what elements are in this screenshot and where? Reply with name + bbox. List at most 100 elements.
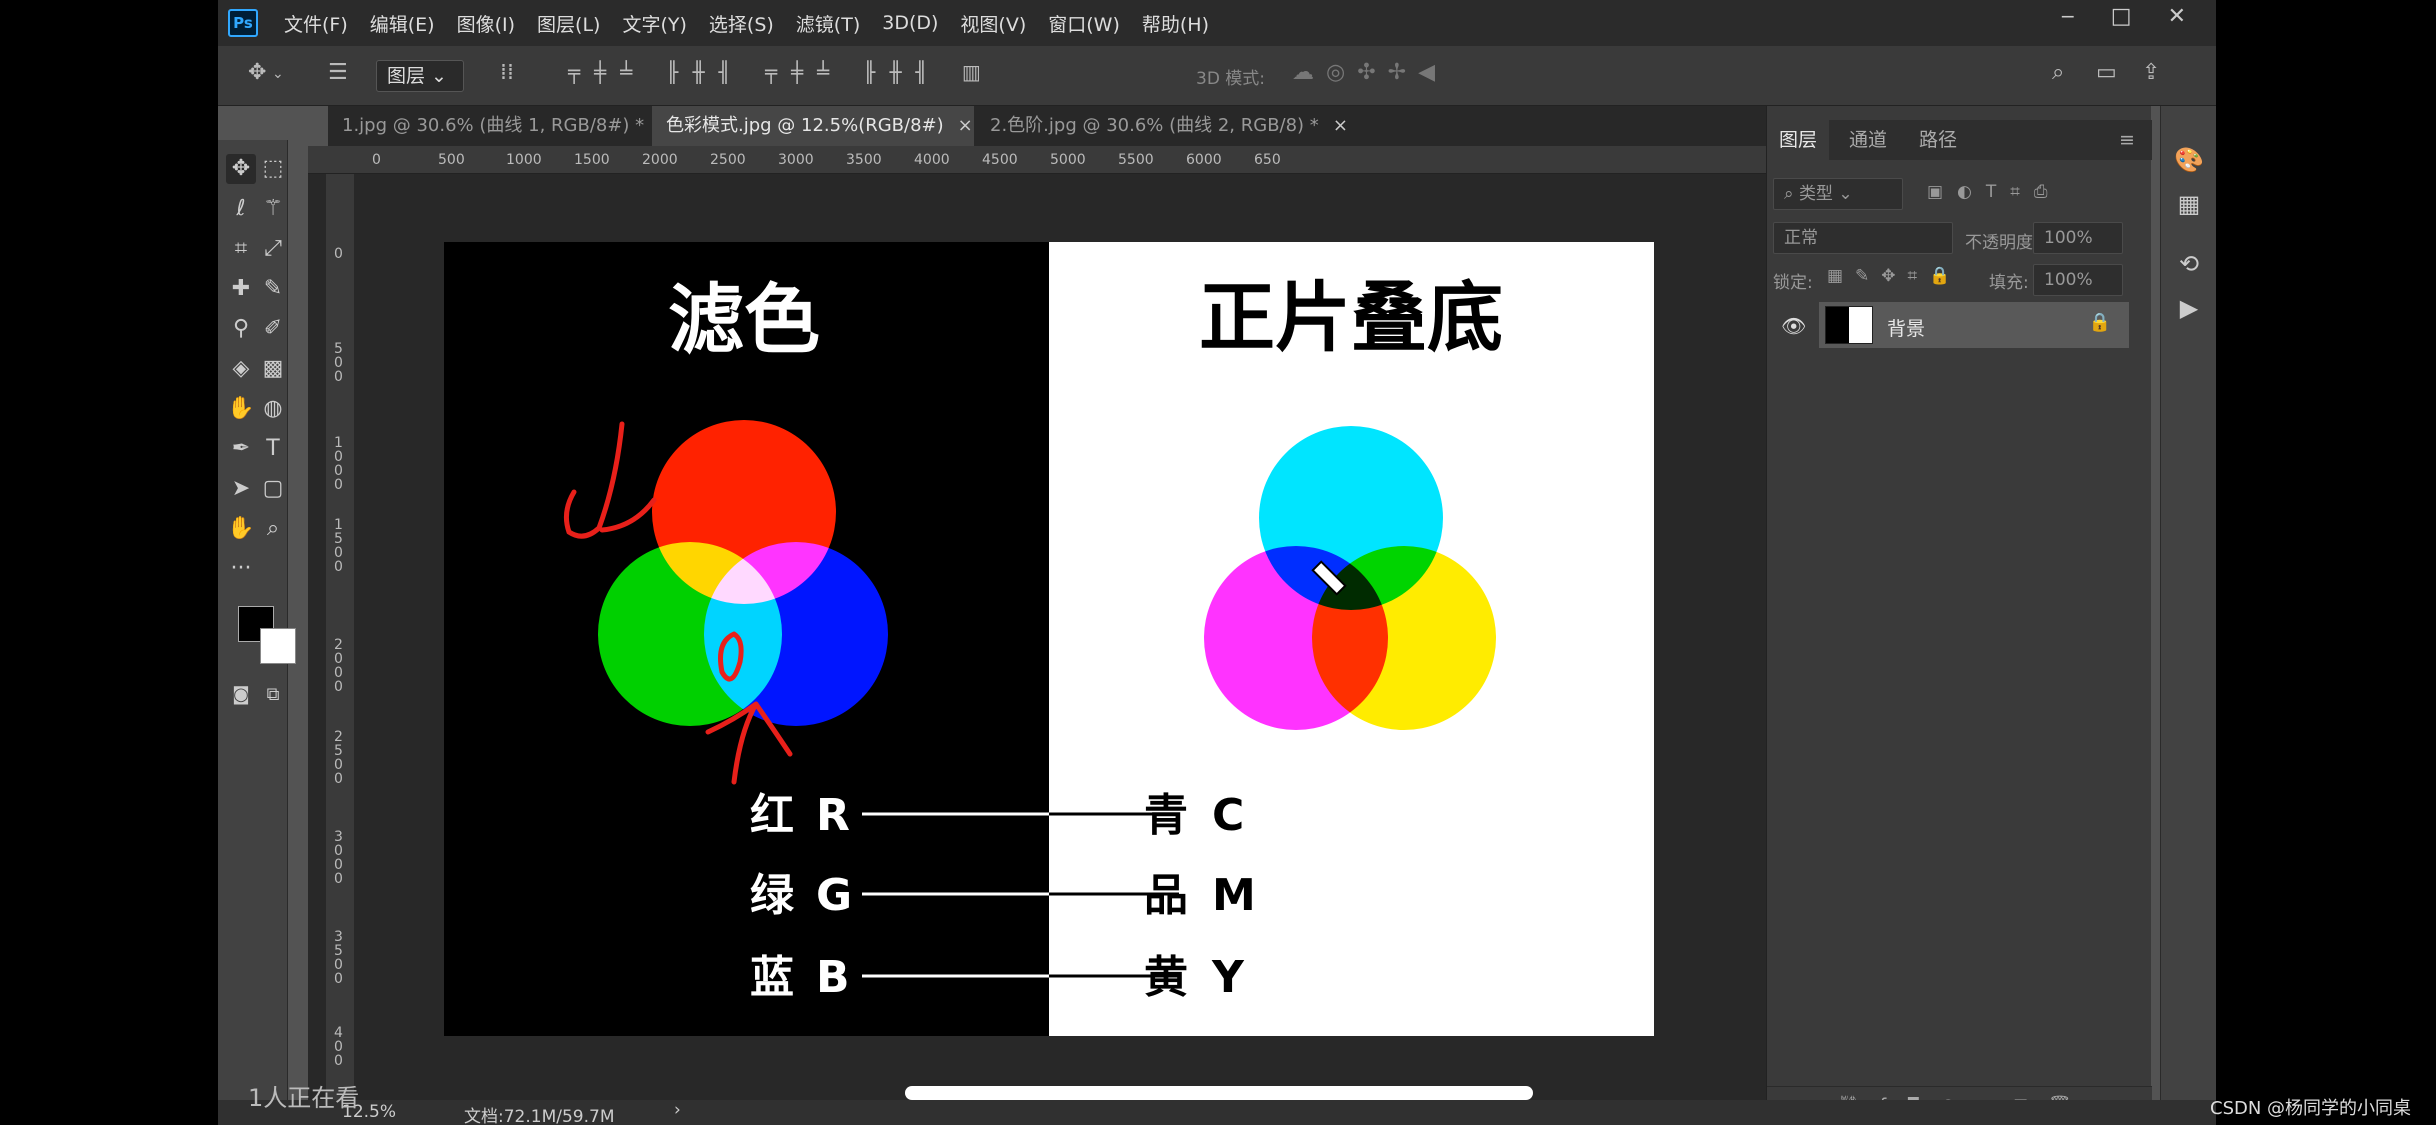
fill-label: 填充:	[1989, 273, 2029, 293]
ruler-horizontal[interactable]: 0 500 1000 1500 2000 2500 3000 3500 4000…	[308, 146, 1966, 174]
move-icon[interactable]: ✥	[226, 154, 256, 184]
document-canvas[interactable]: 滤色 正片叠底 红 R 绿 G 蓝 B 青 C 品 M 黄 Y	[444, 242, 1654, 1036]
opacity-input[interactable]: 100%	[2033, 222, 2123, 254]
tab-close-icon[interactable]: ×	[1333, 115, 1348, 136]
grid-icon[interactable]: ▦	[2173, 190, 2205, 222]
lock-icon: 🔒	[2088, 312, 2111, 333]
dodge-icon[interactable]: ◍	[258, 394, 288, 424]
row-blue-en: B	[816, 952, 850, 1003]
blur-icon[interactable]: ✋	[226, 394, 256, 424]
row-magenta-en: M	[1212, 870, 1256, 921]
close-icon[interactable]: ✕	[2168, 4, 2186, 29]
crop-icon[interactable]: ⌗	[226, 234, 256, 264]
menu-view[interactable]: 视图(V)	[960, 10, 1026, 37]
auto-select-dropdown[interactable]: 图层 ⌄	[376, 60, 464, 92]
menu-layer[interactable]: 图层(L)	[537, 10, 600, 37]
home-indicator[interactable]	[905, 1086, 1533, 1100]
mode-3d-label: 3D 模式:	[1196, 69, 1266, 89]
fill-input[interactable]: 100%	[2033, 264, 2123, 296]
tab-paths[interactable]: 路径	[1907, 120, 1969, 160]
workspace-icon[interactable]: ▭	[2096, 60, 2117, 85]
brush-icon[interactable]: ✎	[258, 274, 288, 304]
layer-background[interactable]: 背景 🔒	[1819, 302, 2129, 348]
background-color[interactable]	[260, 628, 296, 664]
status-bar: 12.5% 文档:72.1M/59.7M ›	[218, 1100, 2216, 1125]
magic-wand-icon[interactable]: ⚚	[258, 194, 288, 224]
layer-filter-dropdown[interactable]: ⌕ 类型 ⌄	[1773, 178, 1903, 210]
menu-bar: Ps 文件(F) 编辑(E) 图像(I) 图层(L) 文字(Y) 选择(S) 滤…	[218, 0, 2216, 46]
healing-icon[interactable]: ✚	[226, 274, 256, 304]
gradient-icon[interactable]: ▩	[258, 354, 288, 384]
watermark: CSDN @杨同学的小同桌	[2210, 1098, 2412, 1119]
zoom-icon[interactable]: ⌕	[258, 514, 288, 544]
path-select-icon[interactable]: ➤	[226, 474, 256, 504]
hand-icon[interactable]: ✋	[226, 514, 256, 544]
chevron-down-icon[interactable]: ⌄	[272, 66, 284, 82]
auto-select-icon[interactable]: ☰	[328, 60, 348, 85]
move-tool-icon[interactable]: ✥	[248, 60, 266, 85]
eraser-icon[interactable]: ◈	[226, 354, 256, 384]
document-tabs: 1.jpg @ 30.6% (曲线 1, RGB/8#) *× 色彩模式.jpg…	[328, 106, 1878, 146]
menu-image[interactable]: 图像(I)	[457, 10, 515, 37]
tab-layers[interactable]: 图层	[1767, 120, 1830, 160]
eye-icon[interactable]: 👁	[1781, 314, 1806, 338]
options-bar: ✥ ⌄ ☰ 图层 ⌄ ⁞⁞ ╤╪╧ ╟╫╢ ╤╪╧ ╟╫╢ ▥ 3D 模式: ☁…	[218, 46, 2216, 106]
yellow-circle	[1312, 546, 1496, 730]
status-arrow-icon[interactable]: ›	[674, 1100, 681, 1120]
filter-icons[interactable]: ▣◐T⌗⎙	[1927, 182, 2061, 202]
viewer-count: 1人正在看	[248, 1084, 360, 1112]
quick-mask-icon[interactable]: ◙	[226, 680, 256, 710]
type-icon[interactable]: T	[258, 434, 288, 464]
menu-filter[interactable]: 滤镜(T)	[796, 10, 860, 37]
ps-logo: Ps	[228, 9, 258, 37]
screen-title: 滤色	[668, 275, 820, 364]
tools-panel: ✥ ⬚ ℓ ⚚ ⌗ ⤢ ✚ ✎ ⚲ ✐ ◈ ▩ ✋ ◍ ✒ T ➤ ▢ ✋ ⌕ …	[218, 140, 296, 1125]
shape-icon[interactable]: ▢	[258, 474, 288, 504]
menu-type[interactable]: 文字(Y)	[622, 10, 686, 37]
eyedropper-icon[interactable]: ⤢	[258, 234, 288, 264]
search-icon[interactable]: ⌕	[2052, 60, 2064, 85]
lock-icons[interactable]: ▦✎✥⌗🔒	[1827, 266, 1962, 286]
ruler-vertical[interactable]: 0 5 0 0 1 0 0 0 1 5 0 0 2 0 0 0 2 5 0 0 …	[326, 174, 354, 1125]
tab-close-icon[interactable]: ×	[958, 115, 973, 136]
share-icon[interactable]: ⇪	[2142, 60, 2160, 85]
menu-edit[interactable]: 编辑(E)	[370, 10, 435, 37]
align-icons[interactable]: ╤╪╧ ╟╫╢ ╤╪╧ ╟╫╢ ▥	[568, 60, 995, 84]
row-green-cn: 绿	[750, 870, 795, 921]
tab-1jpg[interactable]: 1.jpg @ 30.6% (曲线 1, RGB/8#) *×	[328, 106, 673, 146]
blend-diagram: 滤色 正片叠底 红 R 绿 G 蓝 B 青 C 品 M 黄 Y	[563, 242, 1654, 1036]
menu-select[interactable]: 选择(S)	[709, 10, 774, 37]
play-icon[interactable]: ▶	[2173, 294, 2205, 326]
marquee-icon[interactable]: ⬚	[258, 154, 288, 184]
tab-2levels[interactable]: 2.色阶.jpg @ 30.6% (曲线 2, RGB/8) * ×	[976, 106, 1348, 146]
transform-controls-icon[interactable]: ⁞⁞	[500, 60, 514, 85]
history-icon[interactable]: ⟲	[2173, 250, 2205, 282]
side-panel-icons: 🎨 ▦ ⟲ ▶	[2160, 106, 2216, 1125]
palette-icon[interactable]: 🎨	[2173, 146, 2205, 178]
lasso-icon[interactable]: ℓ	[226, 194, 256, 224]
more-icon[interactable]: ···	[226, 554, 256, 584]
menu-help[interactable]: 帮助(H)	[1142, 10, 1209, 37]
pen-icon[interactable]: ✒	[226, 434, 256, 464]
menu-3d[interactable]: 3D(D)	[882, 12, 938, 34]
row-red-cn: 红	[750, 790, 794, 841]
minimize-icon[interactable]: ‒	[2061, 4, 2075, 29]
stamp-icon[interactable]: ⚲	[226, 314, 256, 344]
panel-menu-icon[interactable]: ≡	[2107, 120, 2147, 160]
screen-mode-icon[interactable]: ⧉	[258, 680, 288, 710]
row-red-en: R	[816, 790, 850, 841]
tab-color-mode[interactable]: 色彩模式.jpg @ 12.5%(RGB/8#) ×	[652, 106, 974, 146]
history-brush-icon[interactable]: ✐	[258, 314, 288, 344]
opacity-label: 不透明度:	[1965, 233, 2039, 253]
menu-window[interactable]: 窗口(W)	[1048, 10, 1120, 37]
menu-file[interactable]: 文件(F)	[284, 10, 348, 37]
tab-channels[interactable]: 通道	[1837, 120, 1899, 160]
3d-mode-icons[interactable]: ☁◎✣✢◀	[1292, 60, 1447, 85]
row-cyan-en: C	[1212, 790, 1244, 841]
doc-size: 文档:72.1M/59.7M	[464, 1107, 615, 1125]
maximize-icon[interactable]: □	[2111, 4, 2132, 29]
blend-mode-dropdown[interactable]: 正常	[1773, 222, 1953, 254]
row-green-en: G	[816, 870, 852, 921]
multiply-title: 正片叠底	[1199, 273, 1503, 362]
layers-panel: 图层 通道 路径 ≡ ⌕ 类型 ⌄ ▣◐T⌗⎙ 正常 不透明度: 100% 锁定…	[1766, 106, 2152, 1125]
